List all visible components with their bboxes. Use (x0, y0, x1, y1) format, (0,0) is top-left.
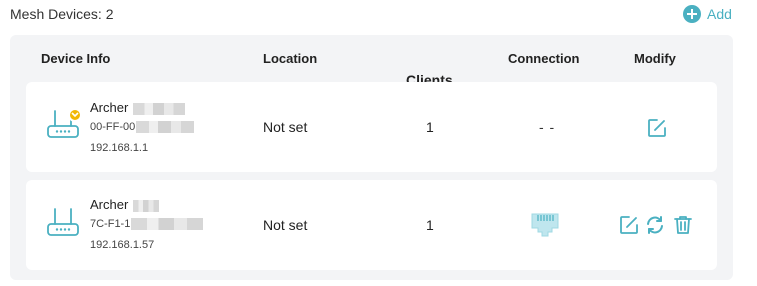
device-ip: 192.168.1.57 (90, 239, 155, 251)
add-device-button[interactable]: Add (683, 5, 732, 23)
device-row: Archer 00-FF-00 192.168.1.1 Not set 1 - … (26, 82, 717, 172)
redacted-text (132, 102, 185, 115)
device-mac: 7C-F1-1 (90, 218, 204, 231)
device-clients: 1 (426, 217, 434, 233)
redacted-text (136, 121, 195, 134)
column-header-location: Location (263, 51, 318, 66)
mesh-devices-title: Mesh Devices: 2 (10, 6, 114, 22)
device-ip: 192.168.1.1 (90, 142, 149, 154)
device-location: Not set (263, 119, 308, 135)
edit-icon[interactable] (646, 117, 668, 139)
column-header-connection: Connection (508, 51, 580, 66)
device-name: Archer (90, 197, 159, 212)
column-header-modify: Modify (634, 51, 676, 66)
redacted-text (131, 218, 204, 231)
plus-circle-icon (683, 5, 701, 23)
device-location: Not set (263, 217, 308, 233)
sync-icon[interactable] (644, 214, 666, 236)
edit-icon[interactable] (618, 214, 640, 236)
device-name: Archer (90, 100, 185, 115)
redacted-text (132, 199, 159, 212)
router-icon (47, 208, 79, 236)
device-mac: 00-FF-00 (90, 121, 195, 134)
add-label: Add (707, 6, 732, 22)
delete-icon[interactable] (672, 214, 694, 236)
ethernet-port-icon (531, 213, 559, 237)
device-row: Archer 7C-F1-1 192.168.1.57 Not set 1 (26, 180, 717, 270)
device-clients: 1 (426, 119, 434, 135)
mesh-devices-table: Device Info Location Clients Connection … (10, 35, 733, 280)
main-router-badge-icon (68, 108, 82, 122)
device-connection: - - (539, 119, 556, 135)
column-header-device-info: Device Info (41, 51, 111, 66)
